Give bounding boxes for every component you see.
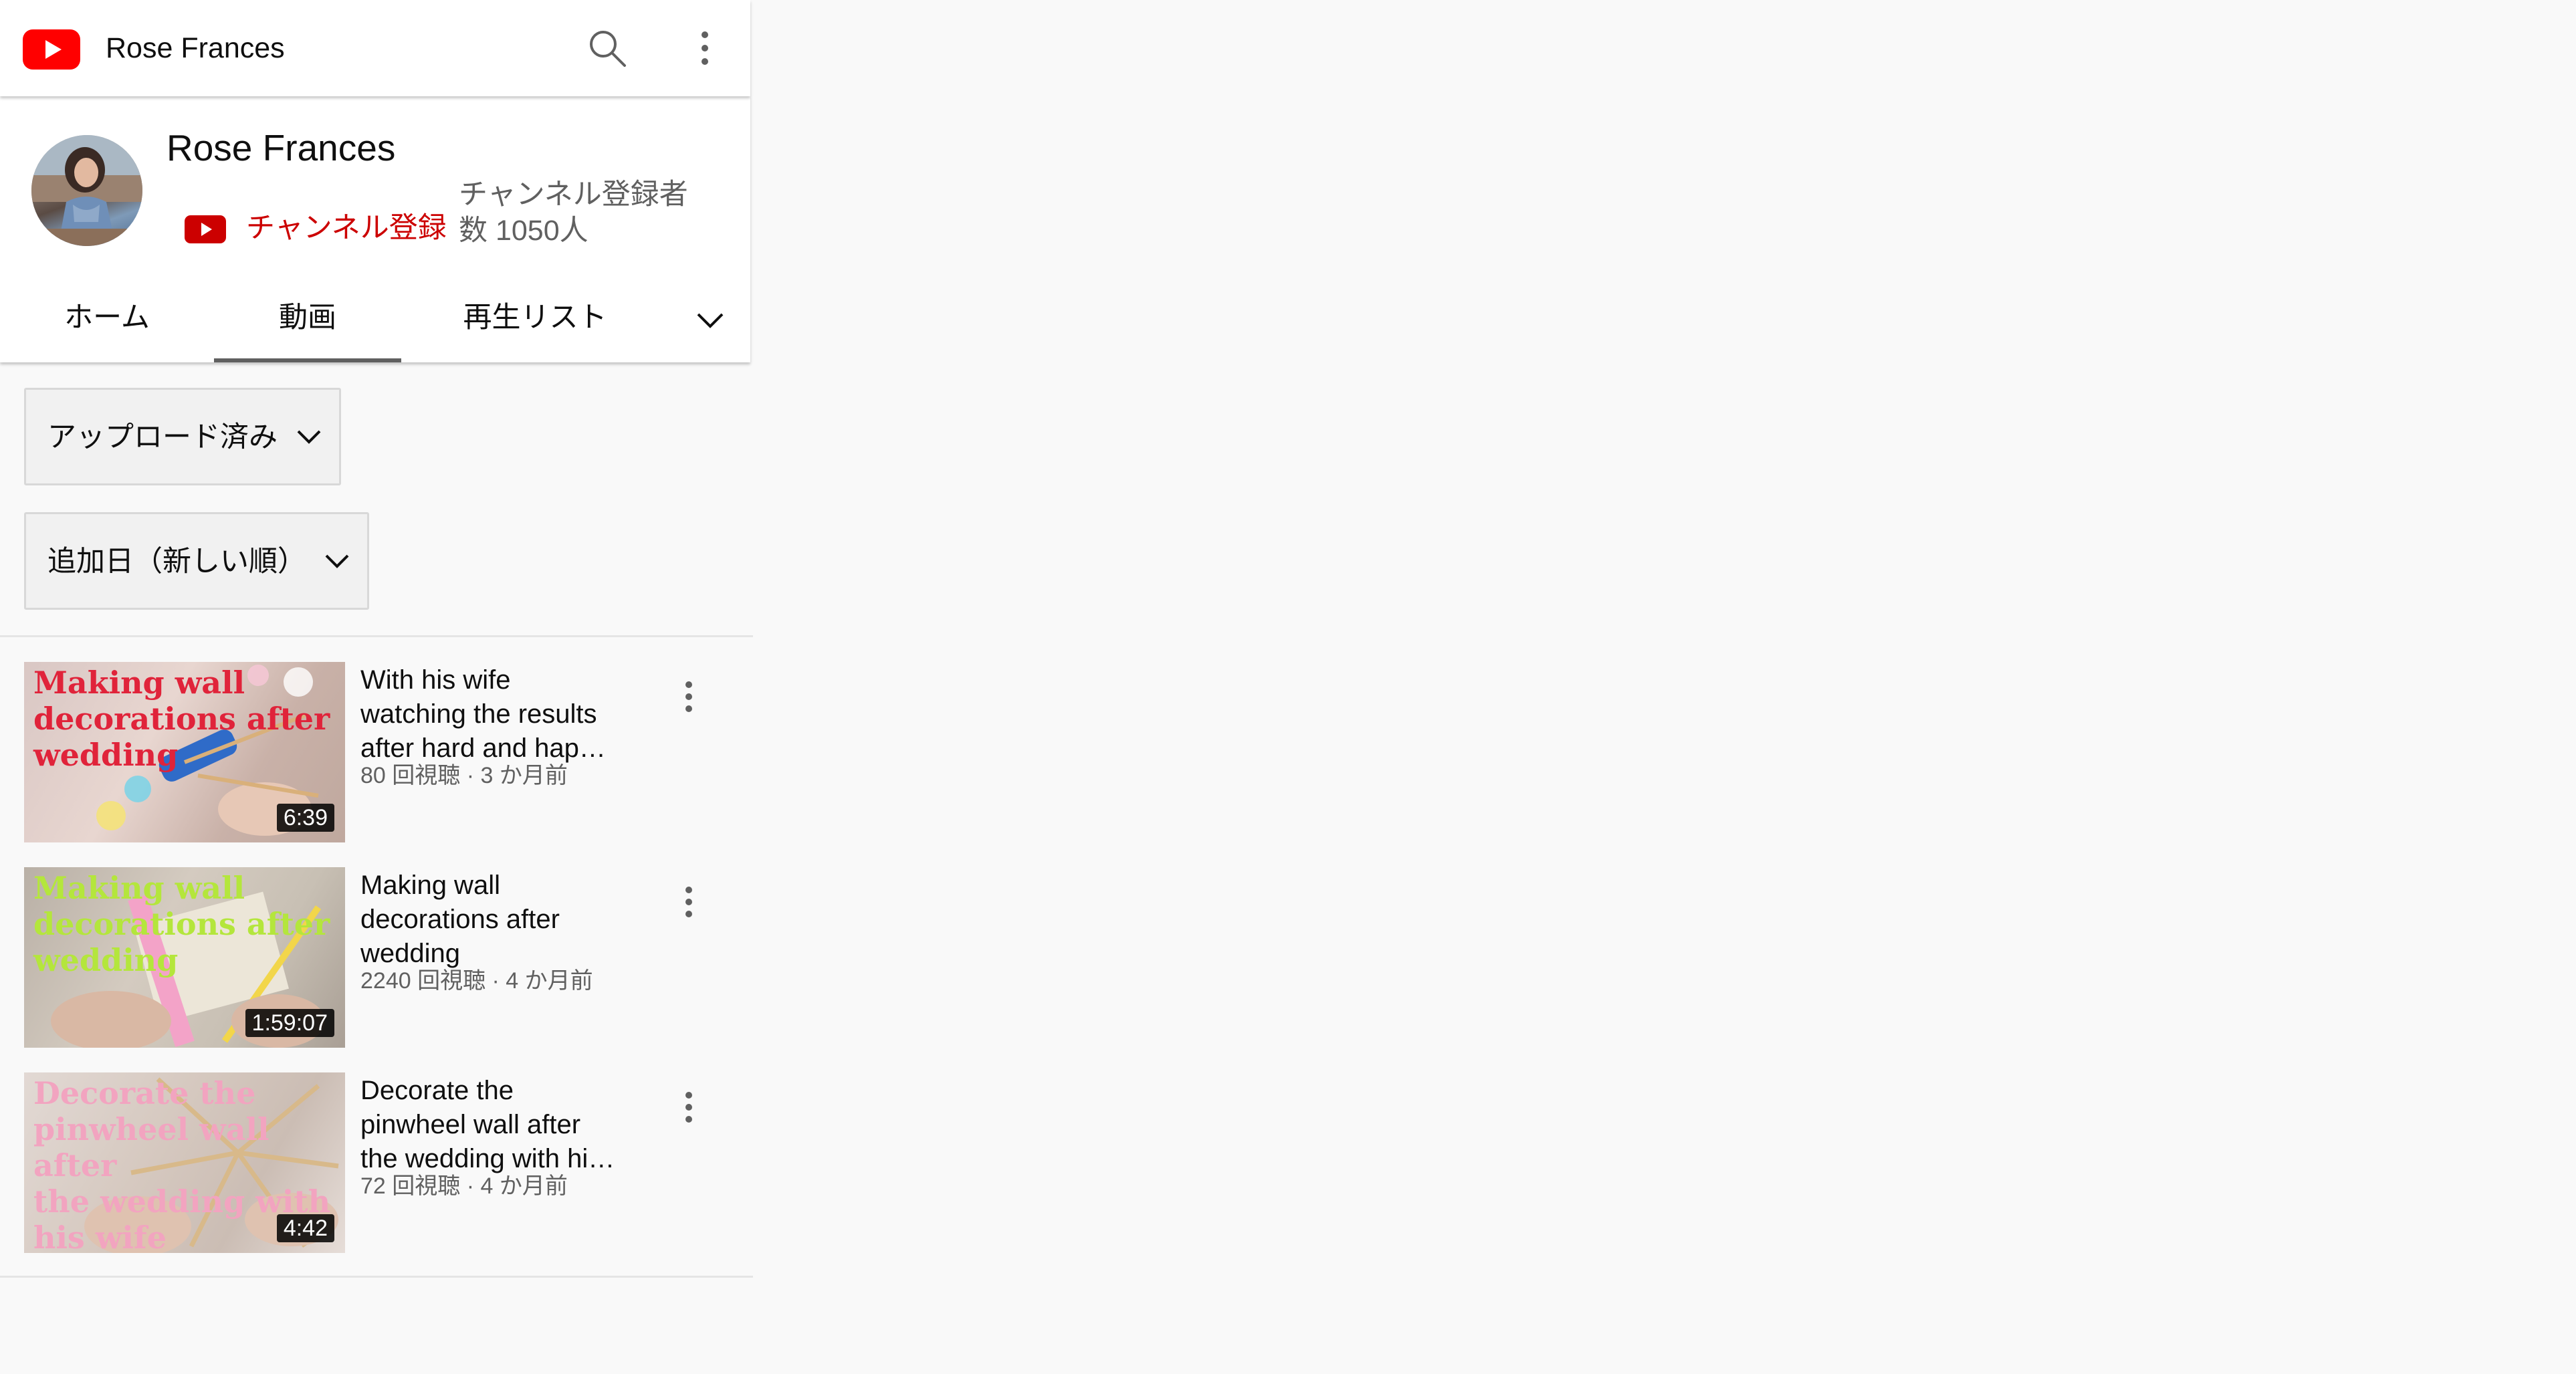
video-list-item[interactable]: Decorate the pinwheel wall after the wed… — [24, 1072, 733, 1253]
tab-home[interactable]: ホーム — [27, 273, 187, 362]
video-title[interactable]: Making wall decorations after wedding — [360, 869, 641, 971]
video-metadata: 2240 回視聴 · 4 か月前 — [360, 968, 593, 994]
title-line: watching the results — [360, 699, 597, 729]
dropdown-value: アップロード済み — [47, 421, 278, 453]
tab-label: 再生リスト — [463, 302, 607, 334]
search-icon[interactable] — [586, 27, 629, 70]
youtube-logo-icon[interactable] — [23, 29, 80, 70]
tab-playlists[interactable]: 再生リスト — [428, 273, 642, 362]
upload-type-dropdown[interactable]: アップロード済み — [24, 388, 341, 485]
title-line: pinwheel wall after — [360, 1110, 581, 1139]
duration-badge: 1:59:07 — [245, 1009, 334, 1037]
chevron-down-icon — [290, 418, 328, 455]
duration-badge: 6:39 — [276, 804, 334, 832]
more-vertical-icon[interactable] — [683, 27, 726, 70]
more-vertical-icon[interactable] — [667, 881, 710, 923]
app-bar-title: Rose Frances — [106, 32, 285, 64]
youtube-mobile-app: Rose Frances Rose Frances チャンネル登録 チャンネル登… — [0, 0, 753, 1374]
channel-name: Rose Frances — [167, 127, 396, 168]
video-thumbnail[interactable]: Making wall decorations after wedding 6:… — [24, 662, 345, 842]
channel-tabs: ホーム 動画 再生リスト — [0, 273, 750, 362]
divider — [0, 1276, 753, 1278]
tab-label: ホーム — [64, 302, 150, 334]
youtube-subscribe-icon[interactable] — [185, 215, 226, 243]
dropdown-value: 追加日（新しい順） — [47, 546, 306, 578]
channel-header: Rose Frances チャンネル登録 チャンネル登録者数 1050人 ホーム… — [0, 96, 750, 362]
thumbnail-text: Making wall decorations after wedding — [33, 870, 330, 978]
video-title[interactable]: Decorate the pinwheel wall after the wed… — [360, 1074, 641, 1176]
title-line: decorations after — [360, 905, 560, 934]
more-vertical-icon[interactable] — [667, 675, 710, 718]
video-metadata: 72 回視聴 · 4 か月前 — [360, 1173, 568, 1199]
channel-avatar[interactable] — [31, 135, 142, 246]
selected-tab-indicator — [214, 358, 401, 362]
title-line: With his wife — [360, 665, 511, 695]
video-list-item[interactable]: Making wall decorations after wedding 6:… — [24, 662, 733, 842]
duration-badge: 4:42 — [276, 1214, 334, 1242]
title-line: Decorate the — [360, 1076, 514, 1105]
video-thumbnail[interactable]: Making wall decorations after wedding 1:… — [24, 867, 345, 1048]
divider — [0, 635, 753, 637]
video-thumbnail[interactable]: Decorate the pinwheel wall after the wed… — [24, 1072, 345, 1253]
top-app-bar: Rose Frances — [0, 0, 750, 96]
page: Rose Frances Rose Frances チャンネル登録 チャンネル登… — [0, 0, 2576, 1374]
video-metadata: 80 回視聴 · 3 か月前 — [360, 763, 568, 788]
sort-order-dropdown[interactable]: 追加日（新しい順） — [24, 512, 369, 610]
subscribe-row: チャンネル登録 チャンネル登録者数 1050人 — [185, 177, 720, 257]
video-list-item[interactable]: Making wall decorations after wedding 1:… — [24, 867, 733, 1048]
chevron-down-icon — [318, 542, 356, 580]
tab-videos[interactable]: 動画 — [214, 273, 401, 362]
thumbnail-text: Making wall decorations after wedding — [33, 665, 330, 773]
subscriber-count: チャンネル登録者数 1050人 — [459, 179, 688, 247]
subscribe-button[interactable]: チャンネル登録 — [246, 210, 447, 246]
title-line: Making wall — [360, 871, 500, 900]
chevron-down-icon[interactable] — [689, 300, 732, 342]
tab-label: 動画 — [279, 302, 336, 334]
video-title[interactable]: With his wife watching the results after… — [360, 663, 641, 766]
more-vertical-icon[interactable] — [667, 1086, 710, 1129]
